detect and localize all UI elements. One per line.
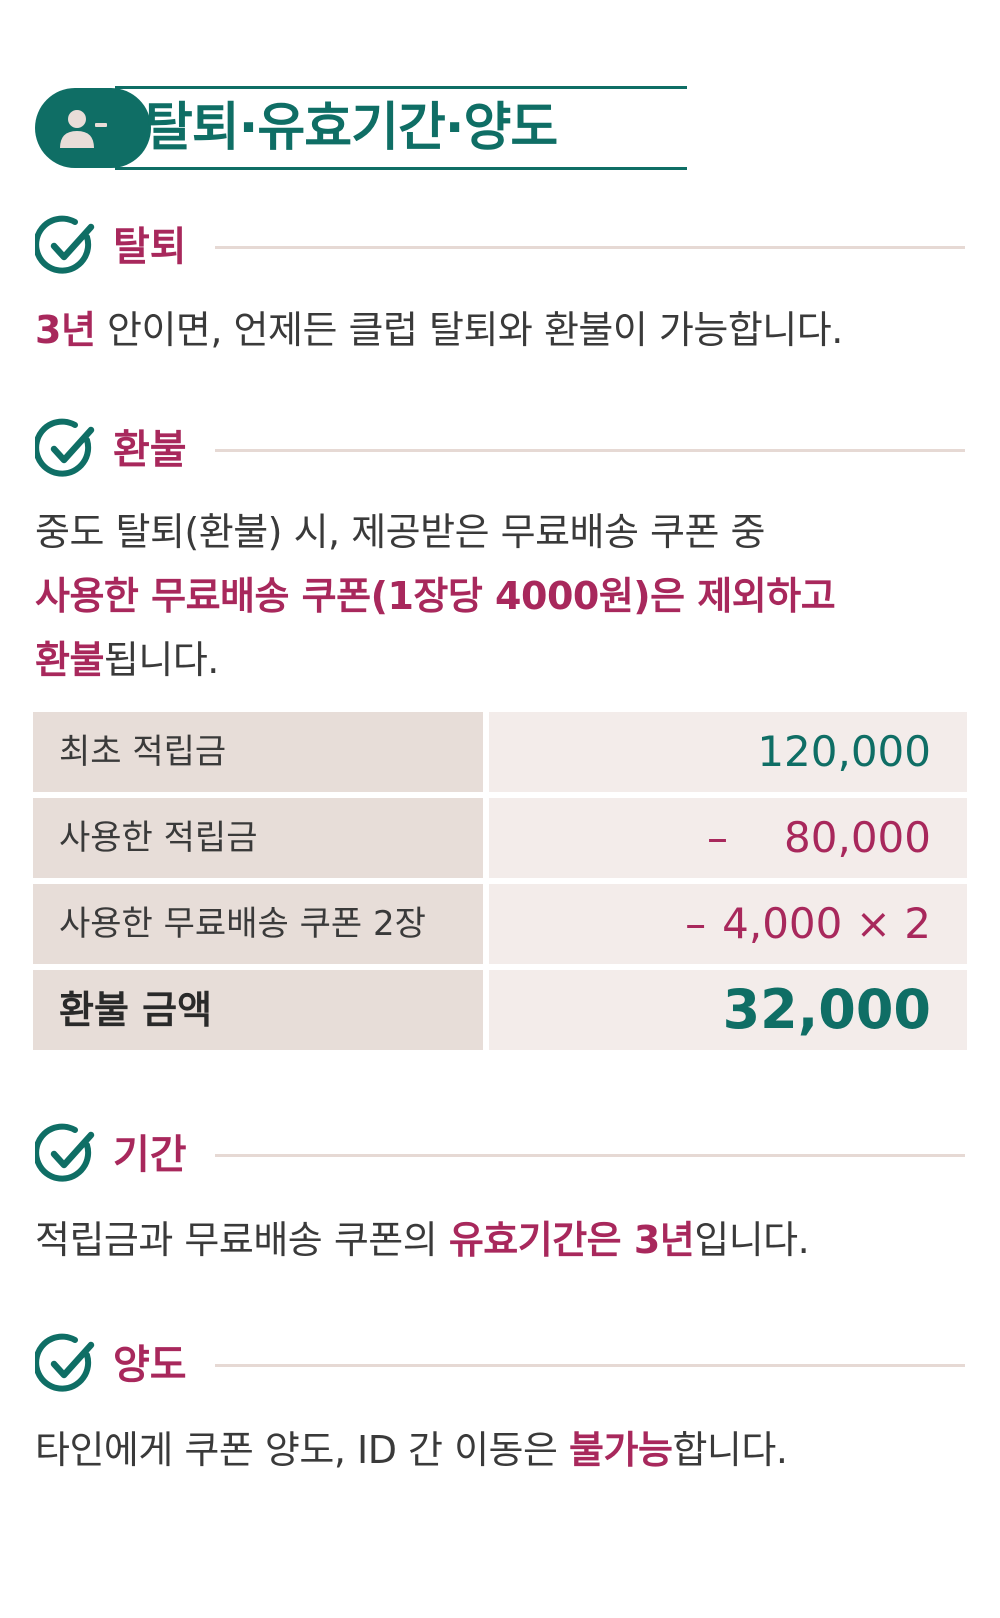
body-text: 입니다. [694, 1218, 810, 1262]
header-badge [35, 88, 151, 168]
check-circle-icon [35, 1333, 95, 1392]
body-text: 안이면, 언제든 클럽 탈퇴와 환불이 가능합니다. [95, 308, 843, 352]
table-value: –4,000 × 2 [489, 884, 967, 964]
refund-table: 최초 적립금 120,000 사용한 적립금 – 80,000 사용한 무료배송 … [33, 712, 967, 1056]
table-row: 최초 적립금 120,000 [33, 712, 967, 792]
withdraw-text: 3년 안이면, 언제든 클럽 탈퇴와 환불이 가능합니다. [35, 298, 965, 362]
section-heading-transfer: 양도 [35, 1333, 965, 1397]
section-title: 탈퇴 [113, 224, 187, 270]
table-label: 환불 금액 [33, 970, 483, 1050]
table-row: 사용한 무료배송 쿠폰 2장 –4,000 × 2 [33, 884, 967, 964]
transfer-text: 타인에게 쿠폰 양도, ID 간 이동은 불가능합니다. [35, 1418, 965, 1482]
table-row: 사용한 적립금 – 80,000 [33, 798, 967, 878]
highlight-text: 3년 [35, 308, 96, 352]
highlight-text: 유효기간은 3년 [448, 1218, 695, 1262]
section-rule [215, 246, 965, 249]
check-circle-icon [35, 215, 95, 274]
body-text: 타인에게 쿠폰 양도, ID 간 이동은 [35, 1428, 570, 1472]
section-heading-refund: 환불 [35, 418, 965, 482]
table-value: – 80,000 [489, 798, 967, 878]
amount: 4,000 × 2 [722, 899, 931, 948]
minus-sign: – [707, 813, 729, 862]
body-text: 합니다. [672, 1428, 788, 1472]
section-heading-withdraw: 탈퇴 [35, 215, 965, 279]
total-amount: 32,000 [722, 978, 931, 1041]
refund-text: 중도 탈퇴(환불) 시, 제공받은 무료배송 쿠폰 중 사용한 무료배송 쿠폰(… [35, 500, 965, 692]
user-minus-icon [60, 110, 107, 148]
body-text: 적립금과 무료배송 쿠폰의 [35, 1218, 449, 1262]
check-circle-icon [35, 418, 95, 477]
amount: 120,000 [757, 727, 931, 776]
table-label: 사용한 무료배송 쿠폰 2장 [33, 884, 483, 964]
section-rule [215, 449, 965, 452]
section-rule [215, 1154, 965, 1157]
period-text: 적립금과 무료배송 쿠폰의 유효기간은 3년입니다. [35, 1208, 965, 1272]
highlight-text: 환불 [35, 638, 104, 682]
section-title: 환불 [113, 427, 187, 473]
check-circle-icon [35, 1123, 95, 1182]
body-text: 중도 탈퇴(환불) 시, 제공받은 무료배송 쿠폰 중 [35, 510, 766, 554]
table-label: 최초 적립금 [33, 712, 483, 792]
section-title: 기간 [113, 1132, 187, 1178]
minus-sign: – [685, 899, 707, 948]
table-row-total: 환불 금액 32,000 [33, 970, 967, 1050]
highlight-text: 불가능 [569, 1428, 673, 1472]
section-rule [215, 1364, 965, 1367]
body-text: 됩니다. [103, 638, 219, 682]
section-heading-period: 기간 [35, 1123, 965, 1187]
amount: 80,000 [784, 813, 931, 862]
table-value: 32,000 [489, 970, 967, 1050]
table-value: 120,000 [489, 712, 967, 792]
table-label: 사용한 적립금 [33, 798, 483, 878]
section-title: 양도 [113, 1342, 187, 1388]
page-title: 탈퇴·유효기간·양도 [145, 98, 558, 158]
highlight-text: 사용한 무료배송 쿠폰(1장당 4000원)은 제외하고 [35, 574, 836, 618]
section-header: 탈퇴·유효기간·양도 [35, 86, 687, 170]
